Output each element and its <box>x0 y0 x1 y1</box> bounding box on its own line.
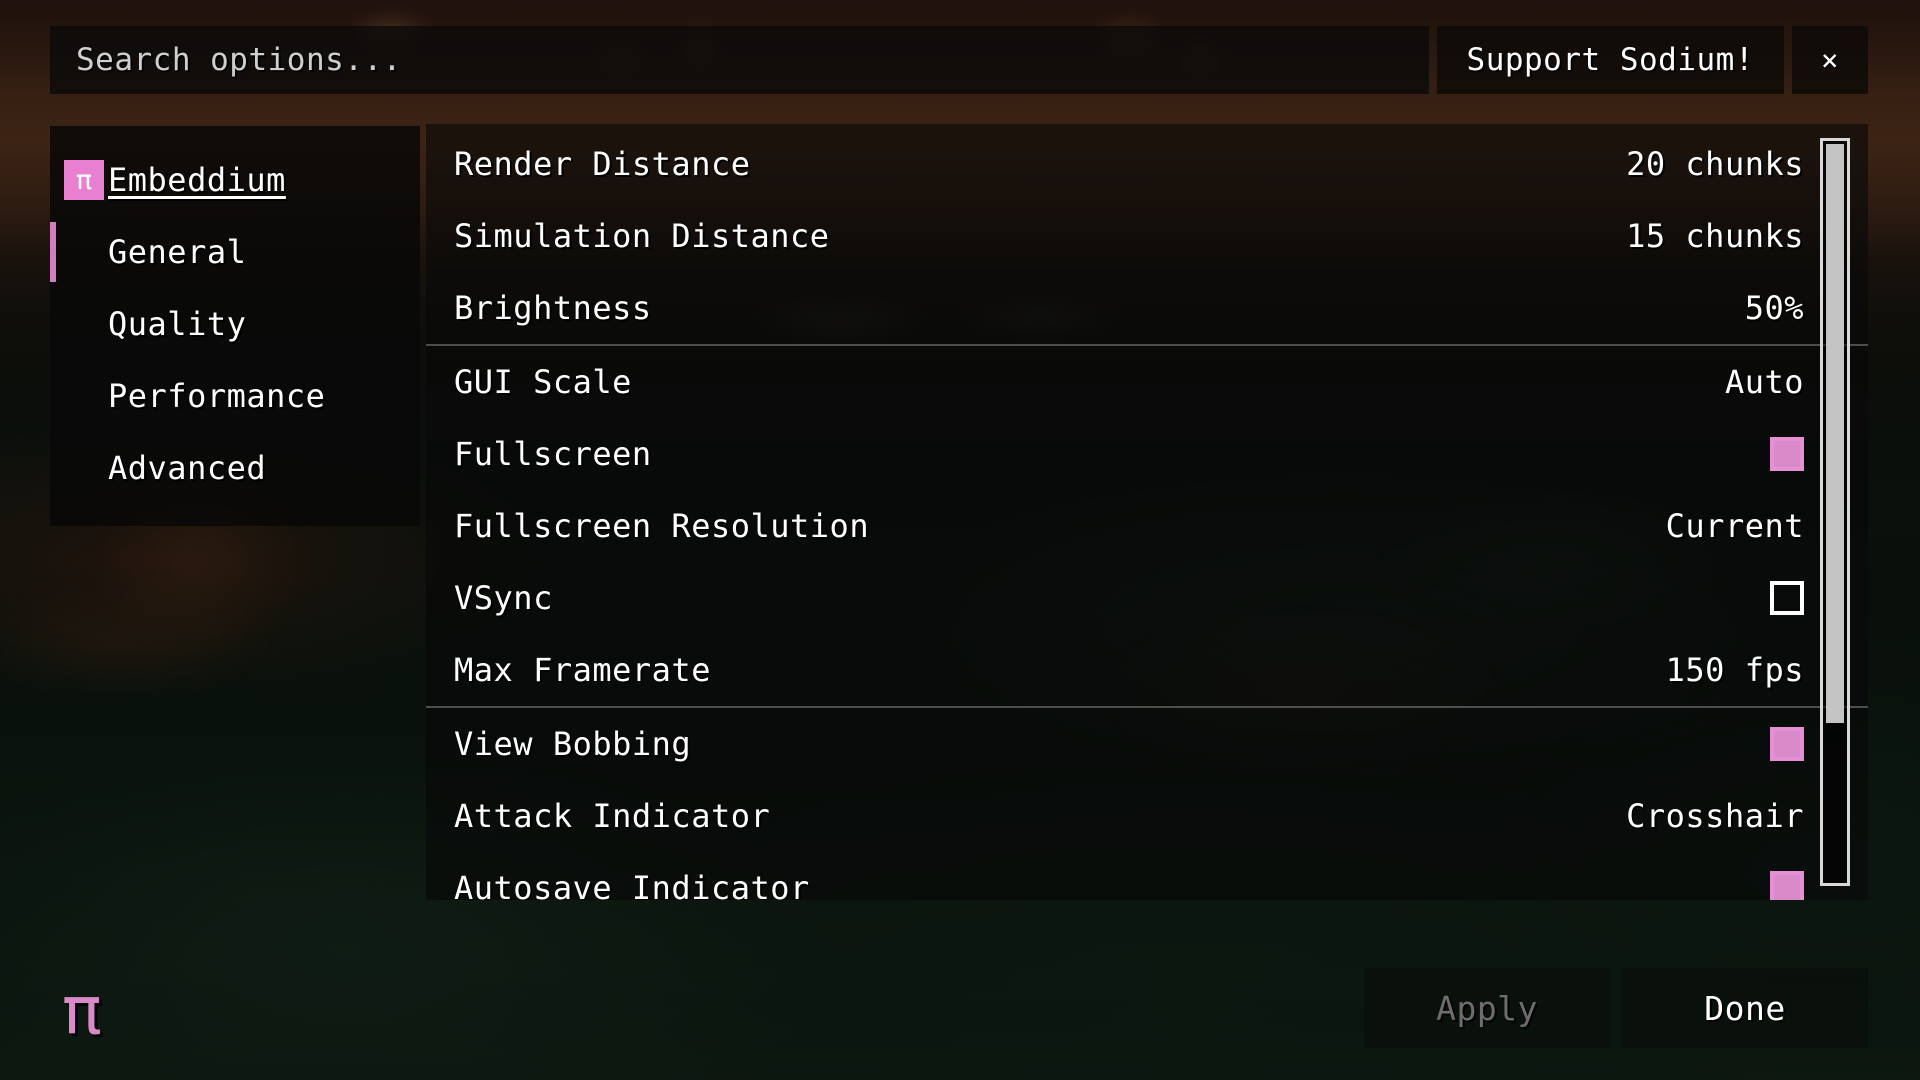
close-icon: × <box>1821 43 1839 77</box>
option-label: Simulation Distance <box>454 217 830 255</box>
sidebar-item-advanced[interactable]: Advanced <box>50 432 420 504</box>
sidebar-item-general[interactable]: General <box>50 216 420 288</box>
sidebar-item-performance[interactable]: Performance <box>50 360 420 432</box>
options-panel: Render Distance 20 chunks Simulation Dis… <box>426 124 1868 900</box>
option-row-gui-scale[interactable]: GUI Scale Auto <box>426 346 1868 418</box>
option-label: View Bobbing <box>454 725 692 763</box>
option-row-render-distance[interactable]: Render Distance 20 chunks <box>426 128 1868 200</box>
checkbox-view-bobbing[interactable] <box>1770 727 1804 761</box>
close-button[interactable]: × <box>1792 26 1868 94</box>
options-scrollbar[interactable] <box>1820 138 1850 886</box>
footer-buttons: Apply Done <box>1364 968 1868 1048</box>
option-group-interface: View Bobbing Attack Indicator Crosshair … <box>426 706 1868 900</box>
option-row-attack-indicator[interactable]: Attack Indicator Crosshair <box>426 780 1868 852</box>
apply-button[interactable]: Apply <box>1364 968 1610 1048</box>
search-input[interactable]: Search options... <box>50 26 1429 94</box>
option-label: Fullscreen Resolution <box>454 507 870 545</box>
options-scrollbar-thumb[interactable] <box>1826 144 1844 723</box>
sidebar-brand-label: Embeddium <box>108 161 286 199</box>
done-label: Done <box>1704 988 1786 1028</box>
checkbox-vsync[interactable] <box>1770 581 1804 615</box>
option-value: 150 fps <box>1665 651 1804 689</box>
option-label: Fullscreen <box>454 435 652 473</box>
sidebar-brand[interactable]: π Embeddium <box>50 144 420 216</box>
option-row-max-framerate[interactable]: Max Framerate 150 fps <box>426 634 1868 706</box>
option-row-autosave-indicator[interactable]: Autosave Indicator <box>426 852 1868 900</box>
pi-icon: π <box>64 160 104 200</box>
option-row-view-bobbing[interactable]: View Bobbing <box>426 708 1868 780</box>
option-value: 15 chunks <box>1626 217 1804 255</box>
option-label: Autosave Indicator <box>454 869 810 900</box>
support-sodium-button[interactable]: Support Sodium! <box>1436 26 1784 94</box>
option-label: Max Framerate <box>454 651 711 689</box>
option-group-window: GUI Scale Auto Fullscreen Fullscreen Res… <box>426 344 1868 706</box>
option-label: VSync <box>454 579 553 617</box>
support-sodium-label: Support Sodium! <box>1466 42 1754 78</box>
option-row-simulation-distance[interactable]: Simulation Distance 15 chunks <box>426 200 1868 272</box>
checkbox-fullscreen[interactable] <box>1770 437 1804 471</box>
embeddium-logo-icon: π <box>62 972 102 1049</box>
option-value: 20 chunks <box>1626 145 1804 183</box>
checkbox-autosave-indicator[interactable] <box>1770 871 1804 900</box>
header-bar: Search options... Support Sodium! × <box>50 26 1868 94</box>
option-group-world: Render Distance 20 chunks Simulation Dis… <box>426 128 1868 344</box>
option-row-fullscreen-resolution[interactable]: Fullscreen Resolution Current <box>426 490 1868 562</box>
option-value: Current <box>1665 507 1804 545</box>
done-button[interactable]: Done <box>1622 968 1868 1048</box>
option-label: Brightness <box>454 289 652 327</box>
search-placeholder: Search options... <box>76 42 402 78</box>
apply-label: Apply <box>1436 988 1538 1028</box>
sidebar-item-label: Quality <box>108 305 247 343</box>
sidebar-item-label: Performance <box>108 377 326 415</box>
sidebar: π Embeddium General Quality Performance … <box>50 126 420 526</box>
sidebar-item-label: Advanced <box>108 449 267 487</box>
option-value: Auto <box>1724 363 1804 401</box>
option-label: GUI Scale <box>454 363 632 401</box>
option-label: Attack Indicator <box>454 797 771 835</box>
option-value: 50% <box>1744 289 1804 327</box>
sidebar-item-label: General <box>108 233 247 271</box>
option-label: Render Distance <box>454 145 751 183</box>
option-row-vsync[interactable]: VSync <box>426 562 1868 634</box>
option-value: Crosshair <box>1626 797 1804 835</box>
option-row-fullscreen[interactable]: Fullscreen <box>426 418 1868 490</box>
option-row-brightness[interactable]: Brightness 50% <box>426 272 1868 344</box>
sidebar-item-quality[interactable]: Quality <box>50 288 420 360</box>
